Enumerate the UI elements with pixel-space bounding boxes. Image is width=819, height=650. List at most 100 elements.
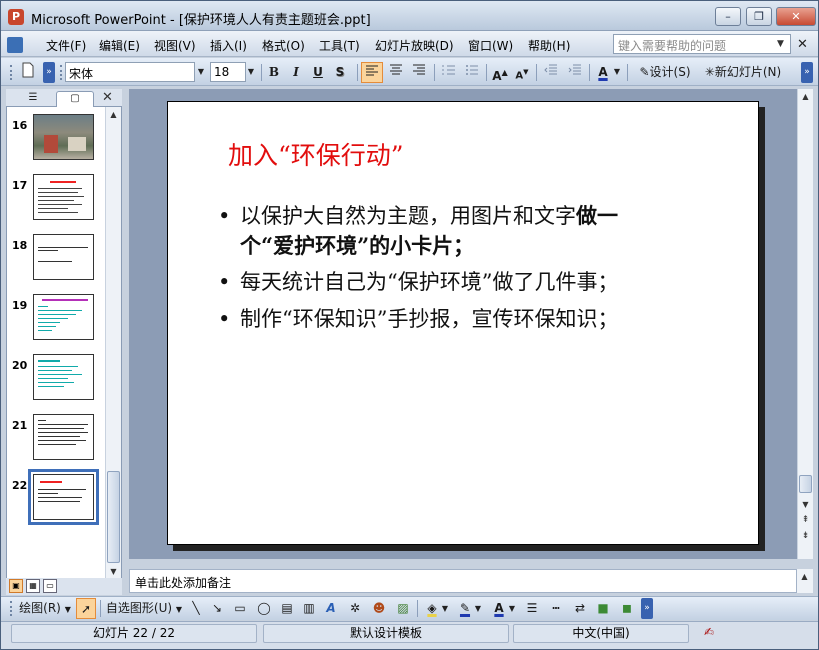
slide-thumbnail[interactable] [33, 114, 94, 160]
slide-bullet[interactable]: • 每天统计自己为“保护环境”做了几件事； [218, 268, 718, 298]
slideshow-view-icon[interactable]: ▭ [43, 579, 57, 593]
wordart-icon[interactable]: A [322, 598, 340, 619]
insert-picture-icon[interactable]: ▨ [394, 598, 412, 619]
draw-menu-button[interactable]: 绘图(R) ▼ [17, 598, 73, 619]
scroll-up-icon[interactable]: ▲ [106, 107, 121, 122]
menu-bar-document-icon[interactable] [7, 37, 23, 53]
previous-slide-icon[interactable]: ⇞ [798, 513, 813, 528]
toolbar-overflow-chevron-icon[interactable]: » [641, 598, 653, 619]
tab-slides[interactable]: ▢ [56, 91, 94, 107]
minimize-button[interactable]: – [715, 7, 741, 26]
select-objects-icon[interactable]: ➚ [76, 598, 96, 619]
toolbar-overflow-chevron-icon[interactable]: » [43, 62, 55, 83]
shadow-button[interactable]: S [330, 62, 350, 83]
toolbar-overflow-chevron-icon[interactable]: » [801, 62, 813, 83]
document-close-icon[interactable]: ✕ [797, 37, 808, 52]
text-box-icon[interactable]: ▤ [278, 598, 296, 619]
3d-style-icon[interactable]: ◼ [617, 598, 637, 619]
close-icon[interactable]: ✕ [102, 90, 113, 105]
slide-canvas[interactable]: 加入“环保行动” • 以保护大自然为主题，用图片和文字做一 个“爱护环境”的小卡… [167, 101, 759, 545]
spelling-check-icon[interactable]: ✍ [695, 624, 723, 643]
notes-pane[interactable]: 单击此处添加备注 [129, 569, 797, 593]
bold-button[interactable]: B [264, 62, 284, 83]
arrow-style-icon[interactable]: ⇄ [570, 598, 590, 619]
menu-insert[interactable]: 插入(I) [210, 37, 247, 54]
menu-format[interactable]: 格式(O) [262, 37, 305, 54]
menu-edit[interactable]: 编辑(E) [99, 37, 140, 54]
line-icon[interactable]: ╲ [187, 598, 205, 619]
menu-window[interactable]: 窗口(W) [468, 37, 513, 54]
chevron-down-icon[interactable]: ▼ [244, 62, 258, 82]
rectangle-icon[interactable]: ▭ [230, 598, 250, 619]
bullet-list-icon[interactable] [461, 62, 483, 83]
line-style-icon[interactable]: ☰ [522, 598, 542, 619]
menu-help[interactable]: 帮助(H) [528, 37, 570, 54]
line-color-icon[interactable]: ✎ [455, 598, 475, 619]
slide-thumbnail[interactable] [33, 354, 94, 400]
font-color-icon[interactable]: A [593, 62, 613, 83]
scroll-down-icon[interactable]: ▼ [798, 497, 813, 512]
dash-style-icon[interactable]: ┅ [546, 598, 566, 619]
decrease-indent-icon[interactable] [540, 62, 562, 83]
oval-icon[interactable]: ◯ [254, 598, 274, 619]
menu-slideshow[interactable]: 幻灯片放映(D) [375, 37, 454, 54]
slide-title[interactable]: 加入“环保行动” [228, 136, 404, 172]
align-left-icon[interactable] [361, 62, 383, 83]
notes-scrollbar[interactable]: ▲ [797, 569, 813, 593]
numbered-list-icon[interactable] [438, 62, 460, 83]
new-slide-button[interactable]: ✳新幻灯片(N) [700, 62, 786, 83]
font-name-select[interactable]: 宋体 [65, 62, 195, 82]
italic-button[interactable]: I [286, 62, 306, 83]
toolbar-grip[interactable] [10, 65, 13, 80]
menu-tools[interactable]: 工具(T) [319, 37, 360, 54]
normal-view-icon[interactable]: ▣ [9, 579, 23, 593]
scroll-down-icon[interactable]: ▼ [106, 564, 121, 579]
powerpoint-app-icon[interactable]: P [8, 9, 24, 25]
chevron-down-icon[interactable]: ▼ [194, 62, 208, 82]
clip-art-icon[interactable]: ☻ [370, 598, 388, 619]
scrollbar-thumb[interactable] [799, 475, 812, 493]
font-size-select[interactable]: 18 [210, 62, 246, 82]
underline-button[interactable]: U [308, 62, 328, 83]
diagram-icon[interactable]: ✲ [346, 598, 364, 619]
slide-thumbnail[interactable] [33, 234, 94, 280]
design-button[interactable]: ✎设计(S) [634, 62, 696, 83]
chevron-down-icon[interactable]: ▼ [777, 39, 784, 49]
vertical-text-box-icon[interactable]: ▥ [300, 598, 318, 619]
slide-scrollbar[interactable]: ▲ ▼ ⇞ ⇟ [797, 89, 813, 559]
align-right-icon[interactable] [408, 62, 430, 83]
next-slide-icon[interactable]: ⇟ [798, 529, 813, 544]
font-color-icon[interactable]: A [489, 598, 509, 619]
slide-bullet[interactable]: • 以保护大自然为主题，用图片和文字做一 个“爱护环境”的小卡片； [218, 202, 718, 262]
slides-pane-scrollbar[interactable]: ▲ ▼ [105, 107, 121, 580]
scroll-up-icon[interactable]: ▲ [797, 569, 812, 584]
maximize-button[interactable]: ❐ [746, 7, 772, 26]
chevron-down-icon[interactable]: ▼ [441, 598, 449, 619]
slide-bullet[interactable]: • 制作“环保知识”手抄报，宣传环保知识； [218, 305, 718, 335]
scrollbar-thumb[interactable] [107, 471, 120, 563]
chevron-down-icon[interactable]: ▼ [612, 62, 622, 82]
arrow-icon[interactable]: ↘ [208, 598, 226, 619]
status-design-template[interactable]: 默认设计模板 [263, 624, 509, 643]
slide-thumbnail-selected[interactable] [28, 469, 99, 525]
shadow-style-icon[interactable]: ■ [593, 598, 613, 619]
menu-view[interactable]: 视图(V) [154, 37, 196, 54]
increase-font-size-icon[interactable]: A▲ [490, 62, 510, 83]
slide-thumbnail[interactable] [33, 174, 94, 220]
slide-sorter-view-icon[interactable]: ▦ [26, 579, 40, 593]
toolbar-grip[interactable] [60, 65, 63, 80]
tab-outline[interactable]: ☰ [14, 91, 52, 107]
decrease-font-size-icon[interactable]: A▼ [512, 62, 532, 83]
new-document-icon[interactable] [17, 62, 39, 83]
toolbar-grip[interactable] [10, 601, 13, 616]
align-center-icon[interactable] [385, 62, 407, 83]
chevron-down-icon[interactable]: ▼ [474, 598, 482, 619]
increase-indent-icon[interactable] [564, 62, 586, 83]
scroll-up-icon[interactable]: ▲ [798, 89, 813, 104]
help-search-input[interactable]: 键入需要帮助的问题 [613, 34, 791, 54]
fill-color-icon[interactable]: ◈ [422, 598, 442, 619]
chevron-down-icon[interactable]: ▼ [508, 598, 516, 619]
close-button[interactable]: ✕ [776, 7, 816, 26]
autoshapes-menu-button[interactable]: 自选图形(U) ▼ [104, 598, 184, 619]
slide-thumbnail[interactable] [33, 294, 94, 340]
